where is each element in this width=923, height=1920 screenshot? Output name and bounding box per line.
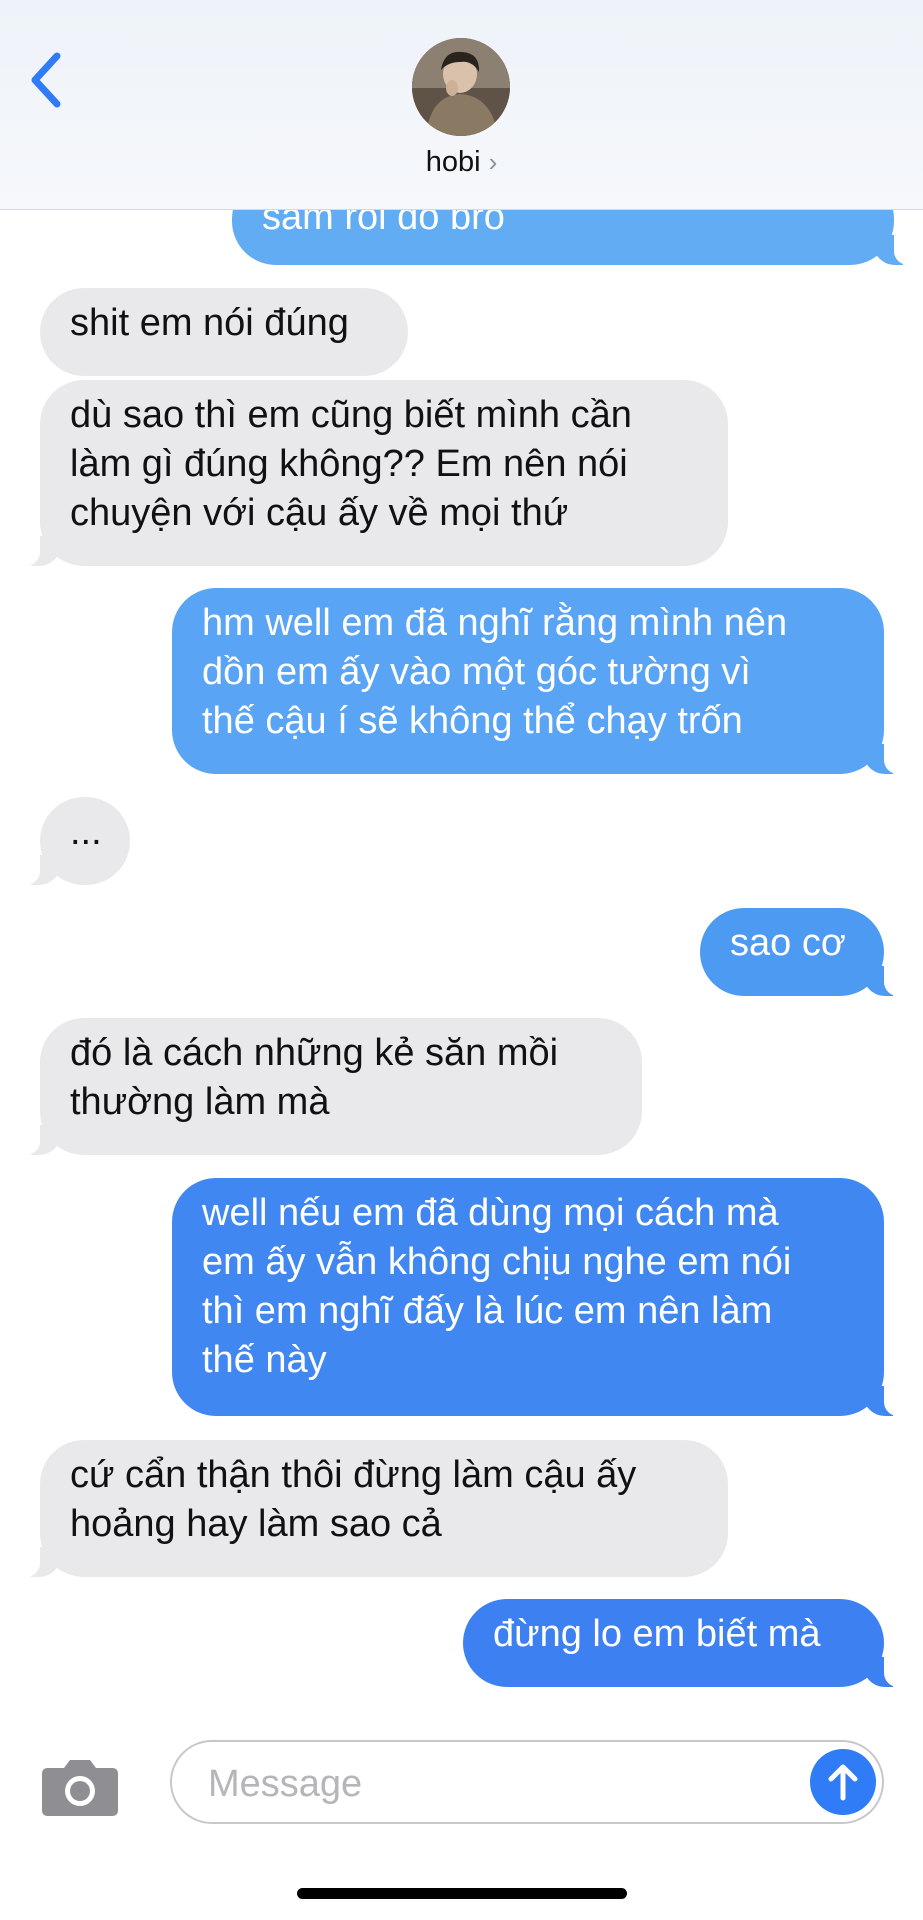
message-bubble-incoming[interactable]: cứ cẩn thận thôi đừng làm cậu ấy hoảng ha… [15,1440,728,1577]
message-text-line: thế này [202,1339,327,1381]
contact-name-button[interactable]: hobi › [0,146,923,179]
message-bubble-outgoing[interactable]: well nếu em đã dùng mọi cách mà em ấy vẫn… [172,1178,909,1416]
message-text-line: thường làm mà [70,1081,330,1123]
message-input[interactable] [206,1756,770,1812]
message-bubble-incoming[interactable]: đó là cách những kẻ săn mồi thường làm mà [15,1018,642,1155]
camera-button[interactable] [40,1754,120,1818]
message-composer [0,1720,923,1920]
message-bubble-outgoing[interactable]: hm well em đã nghĩ rằng mình nên dồn em ấ… [172,588,909,774]
message-bubble-outgoing[interactable]: sao cơ [700,908,909,996]
message-text-line: shit em nói đúng [70,302,349,344]
message-field[interactable] [170,1740,884,1824]
message-text-line: thế cậu í sẽ không thể chạy trốn [202,700,743,742]
message-text-line: đừng lo em biết mà [493,1613,821,1655]
contact-name: hobi [425,146,481,178]
chevron-right-icon: › [488,147,498,177]
camera-icon [42,1760,118,1816]
conversation-header: hobi › [0,0,923,210]
avatar-image [412,38,510,136]
send-button[interactable] [810,1749,876,1815]
message-text-line: em ấy vẫn không chịu nghe em nói [202,1241,792,1283]
message-bubble-incoming[interactable]: dù sao thì em cũng biết mình cần làm gì đ… [15,380,728,566]
message-thread[interactable]: sắm rồi đó bro shit em nói đúng dù sao t… [0,0,923,1720]
message-text-line: sao cơ [730,922,846,964]
home-indicator[interactable] [297,1888,627,1899]
avatar[interactable] [412,38,510,136]
message-text-line: dồn em ấy vào một góc tường vì [202,651,751,693]
chevron-left-icon [31,52,61,108]
message-text-line: chuyện với cậu ấy về mọi thứ [70,492,569,534]
message-bubble-outgoing[interactable]: đừng lo em biết mà [463,1599,909,1687]
message-text-line: dù sao thì em cũng biết mình cần [70,394,632,436]
message-text-line: well nếu em đã dùng mọi cách mà [202,1192,779,1234]
back-button[interactable] [24,48,68,112]
message-text-line: hm well em đã nghĩ rằng mình nên [202,602,788,644]
message-text-line: thì em nghĩ đấy là lúc em nên làm [202,1290,773,1332]
message-text-line: ... [70,811,102,853]
message-bubble-incoming[interactable]: ... [15,797,130,885]
message-text-line: làm gì đúng không?? Em nên nói [70,443,628,485]
message-bubble-incoming[interactable]: shit em nói đúng [40,288,408,376]
message-text-line: hoảng hay làm sao cả [70,1503,442,1545]
message-text-line: đó là cách những kẻ săn mồi [70,1032,559,1074]
message-text-line: cứ cẩn thận thôi đừng làm cậu ấy [70,1454,637,1496]
send-arrow-icon [828,1764,858,1801]
